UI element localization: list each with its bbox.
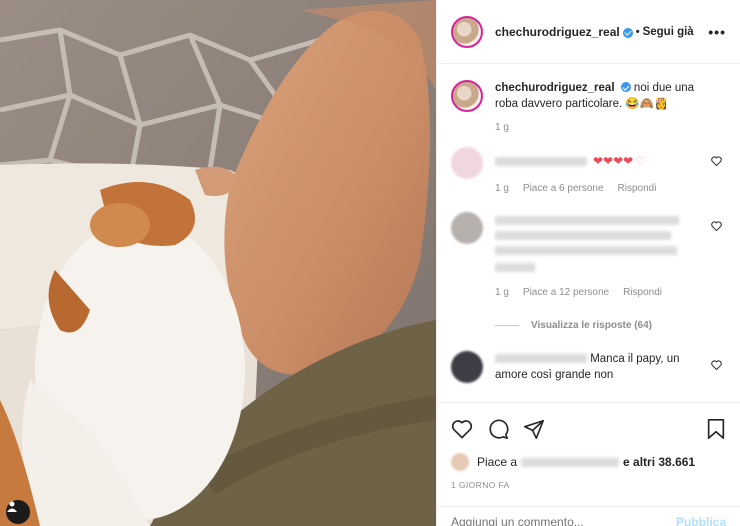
tagged-user-icon[interactable] xyxy=(6,500,30,524)
comment-input[interactable] xyxy=(451,515,651,526)
reply-button[interactable]: Rispondi xyxy=(623,287,662,298)
caption-text: chechurodriguez_real noi due una roba da… xyxy=(495,80,695,112)
following-button[interactable]: Segui già xyxy=(643,26,694,38)
comment-age: 1 g xyxy=(495,287,509,298)
comment-like-icon[interactable] xyxy=(711,360,722,370)
caption-author-avatar[interactable] xyxy=(451,80,483,112)
comment-like-icon[interactable] xyxy=(711,156,722,166)
reply-button[interactable]: Rispondi xyxy=(618,183,657,194)
photo-image xyxy=(0,0,436,526)
verified-badge-icon xyxy=(622,27,633,38)
comment-meta: 1 g Piace a 12 persone Rispondi xyxy=(495,287,679,298)
comments-list[interactable]: chechurodriguez_real noi due una roba da… xyxy=(437,64,740,402)
likes-prefix: Piace a xyxy=(477,455,518,469)
caption-verified-badge-icon xyxy=(620,82,631,92)
post-actions: Piace a e altri 38.661 1 GIORNO FA xyxy=(437,402,740,490)
bookmark-icon[interactable] xyxy=(706,418,726,440)
liker-avatar xyxy=(451,453,469,471)
caption-emojis: 😂🙈👸 xyxy=(625,98,669,110)
comment-meta: 1 g Piace a 6 persone Rispondi xyxy=(495,183,656,194)
commenter-avatar[interactable] xyxy=(451,351,483,383)
post-modal: chechurodriguez_real • Segui già ••• che… xyxy=(0,0,740,526)
comment-like-icon[interactable] xyxy=(711,221,722,231)
comment-likes-count[interactable]: Piace a 12 persone xyxy=(523,287,609,298)
commenter-username-blurred[interactable] xyxy=(495,156,587,166)
comment-age: 1 g xyxy=(495,183,509,194)
comment-item: ❤❤❤❤ ♡ 1 g Piace a 6 persone Rispondi xyxy=(451,147,726,194)
comment-item: 1 g Piace a 12 persone Rispondi xyxy=(451,212,726,298)
comment-text: ❤❤❤❤ xyxy=(593,154,634,168)
commenter-avatar[interactable] xyxy=(451,212,483,244)
comment-item: Manca il papy, un amore così grande non xyxy=(451,351,726,383)
likes-summary[interactable]: Piace a e altri 38.661 xyxy=(451,453,726,471)
action-icons xyxy=(451,413,726,445)
author-username[interactable]: chechurodriguez_real xyxy=(495,25,620,39)
heart-icon[interactable] xyxy=(451,419,473,439)
commenter-username-blurred[interactable] xyxy=(495,354,587,364)
caption-meta: 1 g xyxy=(495,122,695,133)
comment-text-blurred xyxy=(495,216,679,273)
publish-button[interactable]: Pubblica xyxy=(676,515,726,526)
comment-icon[interactable] xyxy=(487,418,509,440)
view-replies-label: Visualizza le risposte (64) xyxy=(531,320,652,331)
post-photo[interactable] xyxy=(0,0,436,526)
author-avatar[interactable] xyxy=(451,15,483,48)
comment-composer: Pubblica xyxy=(437,506,740,526)
view-replies-button[interactable]: Visualizza le risposte (64) xyxy=(495,320,726,331)
liker-username-blurred[interactable] xyxy=(521,457,620,467)
caption-username[interactable]: chechurodriguez_real xyxy=(495,82,615,94)
post-date[interactable]: 1 GIORNO FA xyxy=(451,480,726,490)
post-header: chechurodriguez_real • Segui già ••• xyxy=(437,0,740,64)
separator-dot: • xyxy=(635,25,640,38)
caption-age: 1 g xyxy=(495,122,509,133)
comment-likes-count[interactable]: Piace a 6 persone xyxy=(523,183,604,194)
post-sidebar: chechurodriguez_real • Segui già ••• che… xyxy=(436,0,740,526)
comment-text-faded: ♡ xyxy=(635,154,646,168)
commenter-avatar[interactable] xyxy=(451,147,483,179)
caption: chechurodriguez_real noi due una roba da… xyxy=(451,80,726,133)
more-options-icon[interactable]: ••• xyxy=(708,24,726,40)
share-icon[interactable] xyxy=(523,418,545,440)
replies-divider xyxy=(495,325,519,326)
likes-suffix[interactable]: e altri 38.661 xyxy=(623,455,695,469)
